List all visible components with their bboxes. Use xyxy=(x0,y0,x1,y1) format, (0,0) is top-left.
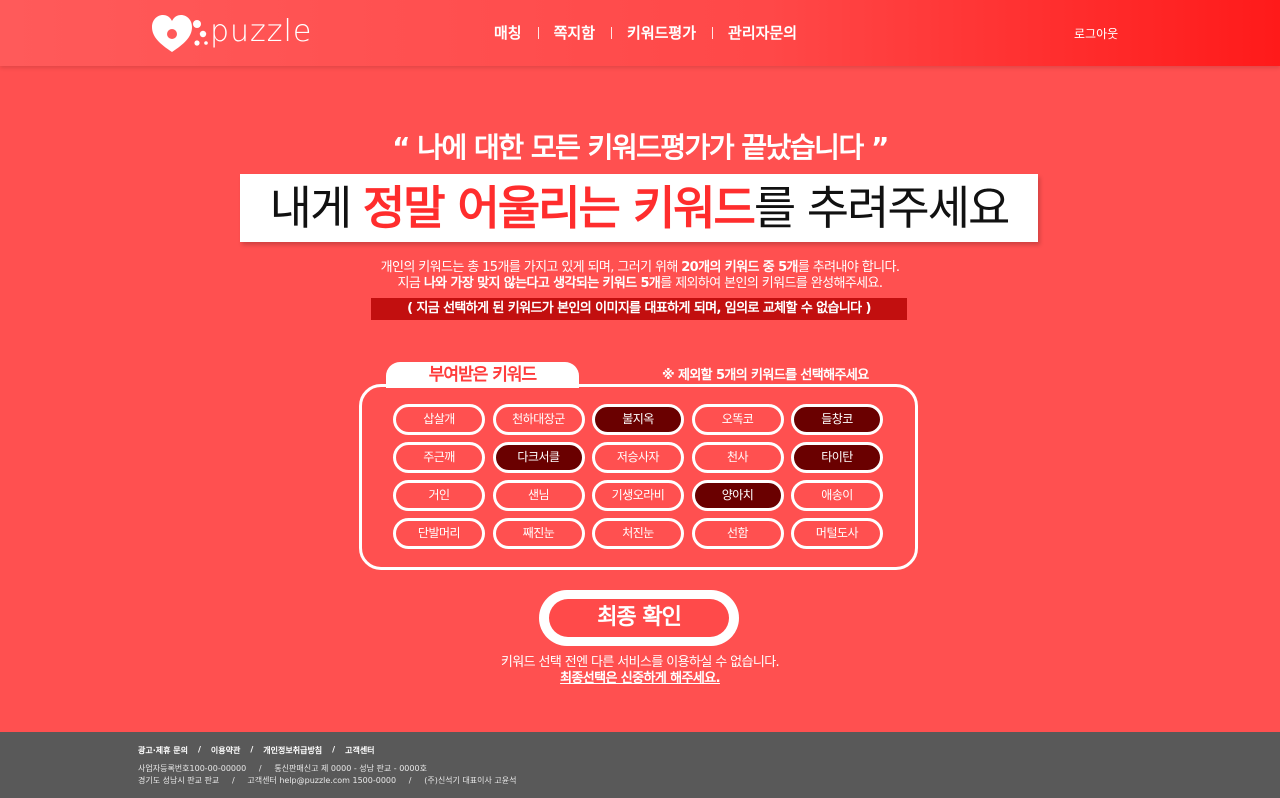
keyword-pill[interactable]: 타이탄 xyxy=(791,442,883,473)
banner-text-post: 를 추려주세요 xyxy=(753,181,1011,235)
final-confirm-button[interactable]: 최종 확인 xyxy=(539,590,739,646)
keyword-pill[interactable]: 애송이 xyxy=(791,480,883,511)
description-line-1: 개인의 키워드는 총 15개를 가지고 있게 되며, 그러기 위해 20개의 키… xyxy=(0,260,1280,276)
keyword-pill[interactable]: 선함 xyxy=(691,518,784,549)
keyword-pill[interactable]: 불지옥 xyxy=(592,404,684,435)
confirm-notice-line-1: 키워드 선택 전엔 다른 서비스를 이용하실 수 없습니다. xyxy=(500,655,780,670)
footer: 광고·제휴 문의 / 이용약관 / 개인정보취급방침 / 고객센터 사업자등록번… xyxy=(0,732,1280,798)
footer-contact-info: 경기도 성남시 판교 판교 / 고객센터 help@puzzle.com 150… xyxy=(138,776,517,785)
confirm-notice: 키워드 선택 전엔 다른 서비스를 이용하실 수 없습니다. 최종선택은 신중하… xyxy=(0,655,1280,687)
desc1-text-c: 를 추려내야 합니다. xyxy=(797,260,900,275)
banner-text-pre: 내게 xyxy=(269,181,363,235)
selection-hint: ※ 제외할 5개의 키워드를 선택해주세요 xyxy=(662,368,869,383)
page-headline: “ 나에 대한 모든 키워드평가가 끝났습니다 ” xyxy=(392,131,889,164)
keyword-pill[interactable]: 천하대장군 xyxy=(492,404,585,435)
footer-separator: / xyxy=(197,745,201,754)
footer-business-info: 사업자등록번호100-00-00000 / 통신판매신고 제 0000 - 성남… xyxy=(138,764,427,773)
keyword-pill[interactable]: 째진눈 xyxy=(492,518,585,549)
final-confirm-label: 최종 확인 xyxy=(549,599,729,637)
keyword-pill[interactable]: 단발머리 xyxy=(393,518,485,549)
description-line-2: 지금 나와 가장 맞지 않는다고 생각되는 키워드 5개를 제외하여 본인의 키… xyxy=(0,276,1280,292)
main-nav: 매칭 쪽지함 키워드평가 관리자문의 xyxy=(478,20,813,44)
desc1-text-a: 개인의 키워드는 총 15개를 가지고 있게 되며, 그러기 위해 xyxy=(380,260,682,275)
keyword-pill[interactable]: 오똑코 xyxy=(691,404,784,435)
keyword-pill[interactable]: 샌님 xyxy=(492,480,585,511)
keyword-pill[interactable]: 삽살개 xyxy=(393,404,485,435)
banner-text-highlight: 정말 어울리는 키워드 xyxy=(362,181,756,235)
keyword-grid: 삽살개 천하대장군 불지옥 오똑코 들창코주근깨 다크서클 저승사자 천사 타이탄거인 샌님 기생오… xyxy=(393,404,883,549)
desc2-text-a: 지금 xyxy=(397,276,424,291)
keyword-pill[interactable]: 기생오라비 xyxy=(592,480,684,511)
desc2-text-bold: 나와 가장 맞지 않는다고 생각되는 키워드 5개 xyxy=(423,276,661,291)
logo-text: puzzle xyxy=(210,13,313,49)
keyword-pill[interactable]: 거인 xyxy=(393,480,485,511)
description: 개인의 키워드는 총 15개를 가지고 있게 되며, 그러기 위해 20개의 키… xyxy=(0,260,1280,292)
header: puzzle 매칭 쪽지함 키워드평가 관리자문의 로그아웃 xyxy=(0,0,1280,66)
logo[interactable]: puzzle xyxy=(150,12,312,54)
confirm-notice-line-2: 최종선택은 신중하게 해주세요. xyxy=(560,671,720,686)
keyword-pill[interactable]: 처진눈 xyxy=(592,518,684,549)
footer-link-terms[interactable]: 이용약관 xyxy=(211,745,240,756)
footer-link-privacy[interactable]: 개인정보취급방침 xyxy=(263,745,322,756)
nav-item-matching[interactable]: 매칭 xyxy=(478,22,538,43)
nav-item-admin-inquiry[interactable]: 관리자문의 xyxy=(712,22,813,43)
footer-link-support[interactable]: 고객센터 xyxy=(345,745,374,756)
footer-link-ad-inquiry[interactable]: 광고·제휴 문의 xyxy=(138,745,188,756)
desc1-text-bold: 20개의 키워드 중 5개 xyxy=(681,260,798,275)
desc2-text-c: 를 제외하여 본인의 키워드를 완성해주세요. xyxy=(660,276,883,291)
nav-item-keyword-rating[interactable]: 키워드평가 xyxy=(611,22,712,43)
footer-separator: / xyxy=(250,745,254,754)
warning-notice: ( 지금 선택하게 된 키워드가 본인의 이미지를 대표하게 되며, 임의로 교… xyxy=(371,298,907,320)
keyword-pill[interactable]: 머털도사 xyxy=(791,518,883,549)
puzzle-heart-logo-icon xyxy=(150,12,212,54)
keyword-pill[interactable]: 주근깨 xyxy=(393,442,485,473)
nav-item-messages[interactable]: 쪽지함 xyxy=(537,22,611,43)
keyword-pill[interactable]: 천사 xyxy=(691,442,784,473)
keyword-pill[interactable]: 저승사자 xyxy=(592,442,684,473)
footer-links: 광고·제휴 문의 / 이용약관 / 개인정보취급방침 / 고객센터 xyxy=(138,745,375,756)
instruction-banner: 내게 정말 어울리는 키워드를 추려주세요 xyxy=(240,174,1038,242)
keyword-pill[interactable]: 양아치 xyxy=(691,480,784,511)
footer-separator: / xyxy=(332,745,336,754)
keyword-pill[interactable]: 다크서클 xyxy=(492,442,585,473)
logout-link[interactable]: 로그아웃 xyxy=(1074,25,1118,42)
keyword-pill[interactable]: 들창코 xyxy=(791,404,883,435)
